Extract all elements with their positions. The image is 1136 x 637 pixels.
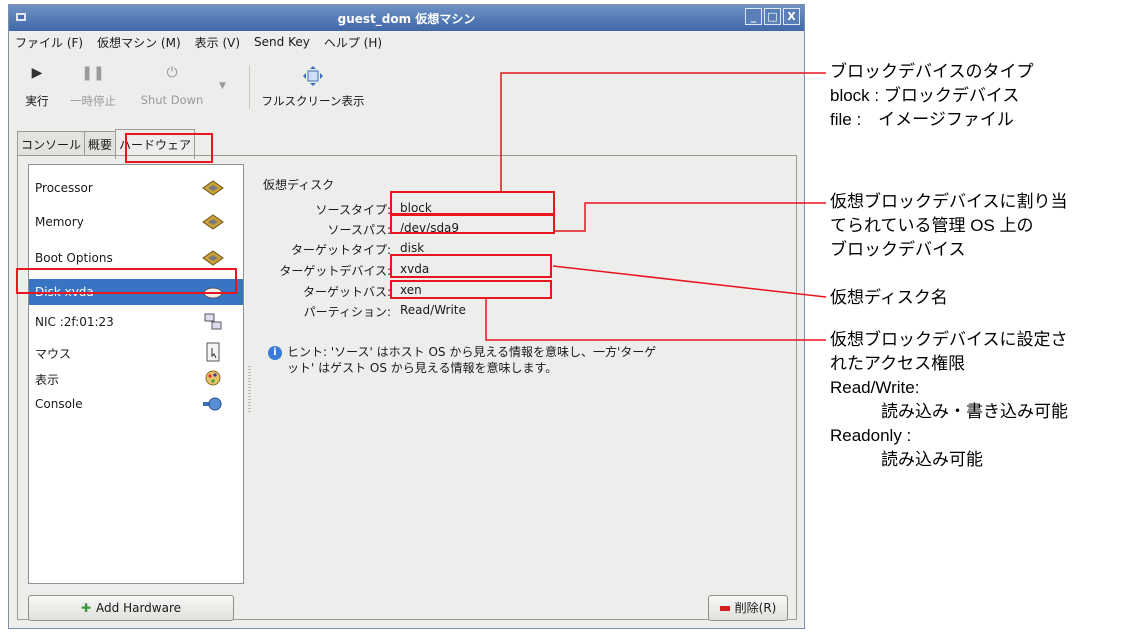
run-label: 実行	[25, 94, 49, 108]
annotation-line: Readonly :	[830, 426, 912, 445]
add-hardware-label: Add Hardware	[96, 601, 182, 615]
device-list: Processor Memory Boot Options Disk xvda …	[28, 164, 244, 584]
display-icon	[205, 370, 221, 386]
window-title: guest_dom 仮想マシン	[337, 12, 476, 26]
add-hardware-button[interactable]: ✚ Add Hardware	[28, 595, 234, 621]
device-label: Boot Options	[35, 251, 113, 265]
device-item-console[interactable]: Console	[29, 391, 243, 417]
annotation-line: れたアクセス権限	[830, 354, 966, 373]
annotation-line: block : ブロックデバイス	[830, 86, 1020, 105]
maximize-button[interactable]: □	[764, 8, 781, 25]
menu-vm[interactable]: 仮想マシン (M)	[97, 34, 181, 51]
pane-splitter[interactable]	[248, 366, 251, 412]
annotation-line: ブロックデバイスのタイプ	[830, 62, 1034, 81]
toolbar-separator	[249, 65, 250, 109]
remove-icon	[719, 606, 730, 611]
device-label: NIC :2f:01:23	[35, 315, 114, 329]
field-label: ターゲットタイプ:	[290, 243, 391, 257]
pause-label: 一時停止	[70, 94, 116, 108]
console-icon	[203, 397, 222, 411]
hint-text: ヒント: 'ソース' はホスト OS から見える情報を意味し、一方'ターゲット'…	[287, 345, 657, 375]
annotation-line: Read/Write:	[830, 378, 920, 397]
title-bar[interactable]: guest_dom 仮想マシン _ □ X	[9, 5, 804, 31]
field-value: disk	[400, 241, 425, 255]
tab-overview[interactable]: 概要	[84, 131, 117, 156]
network-icon	[204, 313, 222, 330]
plus-icon: ✚	[80, 601, 92, 615]
chip-icon	[202, 180, 224, 196]
chip-icon	[202, 214, 224, 230]
annotation-line: 仮想ディスク名	[830, 288, 948, 307]
highlight-target-bus	[390, 280, 552, 299]
annotation-line: ブロックデバイス	[830, 240, 966, 259]
annotation-line: 仮想ブロックデバイスに設定さ	[830, 330, 1068, 349]
fullscreen-button[interactable]: フルスクリーン表示	[261, 65, 365, 109]
highlight-hardware-tab	[125, 133, 213, 163]
device-item-nic[interactable]: NIC :2f:01:23	[29, 309, 243, 335]
menu-view[interactable]: 表示 (V)	[195, 34, 240, 51]
play-icon: ▶	[31, 65, 43, 81]
field-label: パーティション:	[303, 305, 391, 319]
mouse-icon	[206, 342, 220, 362]
device-item-processor[interactable]: Processor	[29, 175, 243, 201]
device-label: Processor	[35, 181, 93, 195]
toolbar: ▶ 実行 ❚❚ 一時停止 ⏻ Shut Down ▼ フルスクリーン表示	[9, 57, 804, 119]
annotation-disk-name: 仮想ディスク名	[830, 286, 948, 310]
shutdown-label: Shut Down	[140, 93, 204, 107]
annotation-block-device: 仮想ブロックデバイスに割り当 てられている管理 OS 上の ブロックデバイス	[830, 190, 1068, 262]
device-label: Memory	[35, 215, 84, 229]
pause-icon: ❚❚	[81, 65, 105, 81]
device-item-mouse[interactable]: マウス	[29, 339, 243, 365]
fullscreen-icon	[303, 66, 323, 86]
detail-title: 仮想ディスク	[263, 178, 335, 192]
highlight-source-type	[390, 191, 555, 215]
vm-window: guest_dom 仮想マシン _ □ X ファイル (F) 仮想マシン (M)…	[8, 4, 805, 629]
device-label: マウス	[35, 347, 72, 361]
menu-bar: ファイル (F) 仮想マシン (M) 表示 (V) Send Key ヘルプ (…	[9, 31, 804, 53]
field-value: Read/Write	[400, 303, 466, 317]
minimize-button[interactable]: _	[745, 8, 762, 25]
field-label: ソースパス:	[327, 223, 391, 237]
annotation-block-type: ブロックデバイスのタイプ block : ブロックデバイス file : イメー…	[830, 60, 1034, 132]
close-button[interactable]: X	[783, 8, 800, 25]
tab-console[interactable]: コンソール	[17, 131, 86, 156]
annotation-line: 仮想ブロックデバイスに割り当	[830, 192, 1068, 211]
pause-button[interactable]: ❚❚ 一時停止	[61, 65, 125, 109]
shutdown-dropdown-icon[interactable]: ▼	[219, 81, 226, 91]
annotation-access: 仮想ブロックデバイスに設定さ れたアクセス権限 Read/Write: 読み込み…	[830, 328, 1068, 472]
menu-file[interactable]: ファイル (F)	[15, 34, 83, 51]
highlight-target-device	[390, 254, 552, 278]
field-label: ターゲットバス:	[302, 285, 391, 299]
delete-label: 削除(R)	[734, 601, 777, 615]
annotation-line: file : イメージファイル	[830, 110, 1014, 129]
device-label: 表示	[35, 373, 60, 387]
delete-button[interactable]: 削除(R)	[708, 595, 788, 621]
chip-icon	[202, 250, 224, 266]
menu-send-key[interactable]: Send Key	[254, 35, 310, 49]
highlight-source-path	[390, 214, 555, 234]
row-partition: パーティション: Read/Write	[263, 303, 663, 321]
power-icon: ⏻	[166, 65, 178, 81]
run-button[interactable]: ▶ 実行	[17, 65, 57, 109]
annotation-line: 読み込み・書き込み可能	[830, 402, 1068, 421]
menu-help[interactable]: ヘルプ (H)	[324, 34, 382, 51]
fullscreen-label: フルスクリーン表示	[261, 94, 365, 108]
shutdown-button[interactable]: ⏻ Shut Down	[137, 65, 207, 107]
annotation-line: 読み込み可能	[830, 450, 983, 469]
info-icon: i	[268, 346, 282, 360]
field-label: ターゲットデバイス:	[279, 264, 391, 278]
highlight-disk-item	[16, 268, 237, 294]
device-item-memory[interactable]: Memory	[29, 209, 243, 235]
device-item-display[interactable]: 表示	[29, 365, 243, 391]
annotation-line: てられている管理 OS 上の	[830, 216, 1034, 235]
field-label: ソースタイプ:	[315, 203, 391, 217]
device-label: Console	[35, 397, 83, 411]
